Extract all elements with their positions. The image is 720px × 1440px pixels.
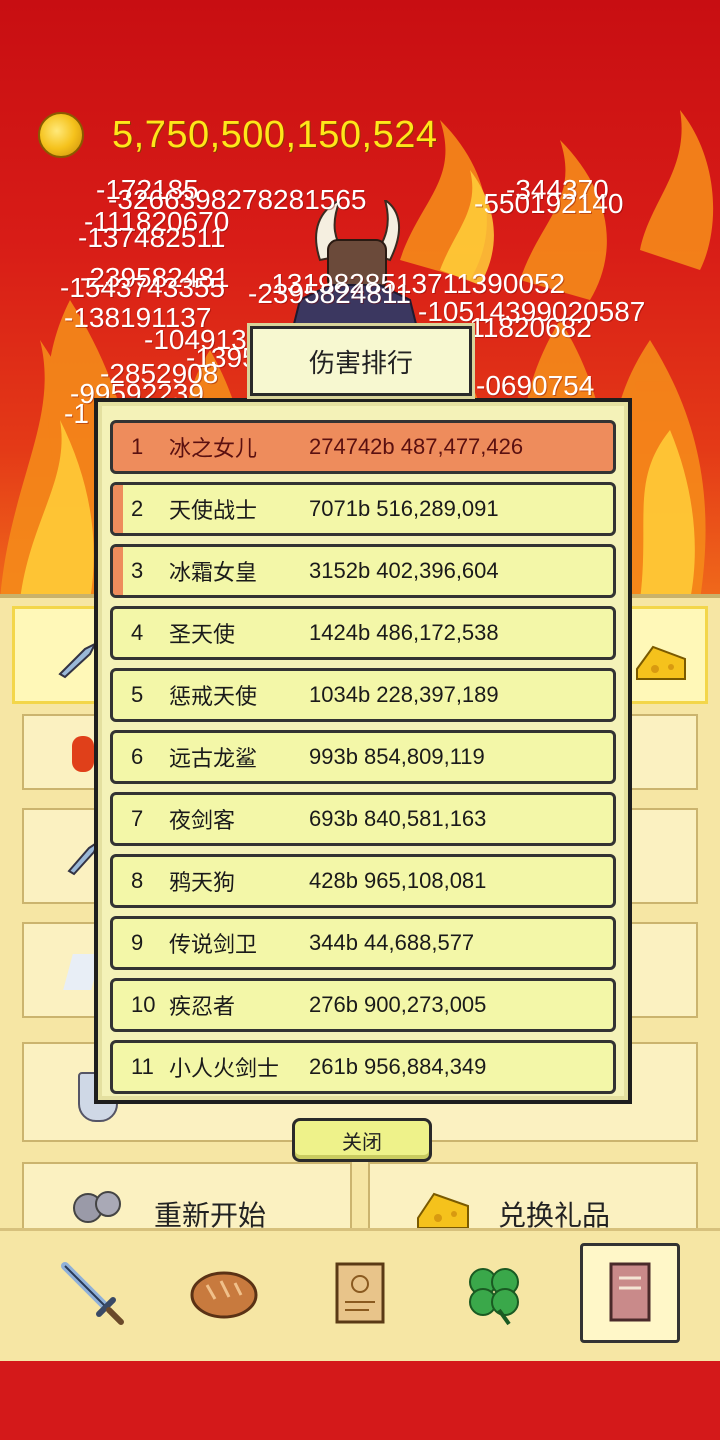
potion-icon	[72, 736, 94, 772]
damage-number: -550192140	[474, 188, 624, 219]
rank-number: 8	[131, 868, 144, 893]
rank-row: 6 远古龙鲨 993b 854,809,119	[110, 730, 616, 784]
clover-icon	[469, 1268, 519, 1326]
rank-row: 8 鸦天狗 428b 965,108,081	[110, 854, 616, 908]
close-button[interactable]: 关闭	[292, 1118, 432, 1162]
rank-row: 1 冰之女儿 274742b 487,477,426	[110, 420, 616, 474]
rank-row: 4 圣天使 1424b 486,172,538	[110, 606, 616, 660]
damage-value: 3152b 402,396,604	[309, 558, 499, 583]
rank-number: 9	[131, 930, 144, 955]
damage-value: 1424b 486,172,538	[309, 620, 499, 645]
nav-bread-button[interactable]	[174, 1243, 274, 1343]
nav-sword-button[interactable]	[42, 1243, 142, 1343]
rank-number: 3	[131, 558, 144, 583]
cheese-item-icon	[636, 645, 686, 680]
rank-number: 2	[131, 496, 144, 521]
damage-number: -2395824811	[248, 278, 411, 309]
cloud-swirl-icon	[73, 1191, 121, 1223]
rank-row: 5 惩戒天使 1034b 228,397,189	[110, 668, 616, 722]
damage-value: 7071b 516,289,091	[309, 496, 499, 521]
rank-row: 7 夜剑客 693b 840,581,163	[110, 792, 616, 846]
hero-name: 鸦天狗	[169, 871, 236, 896]
nav-scroll-button[interactable]	[310, 1243, 410, 1343]
damage-value: 274742b 487,477,426	[309, 434, 524, 459]
coin-amount: 5,750,500,150,524	[112, 113, 438, 156]
damage-number: -137482511	[78, 222, 226, 253]
damage-value: 261b 956,884,349	[309, 1054, 487, 1079]
hero-name: 传说剑卫	[169, 933, 258, 958]
rank-number: 10	[131, 992, 156, 1017]
ranking-title: 伤害排行	[247, 323, 475, 399]
sword-icon	[61, 1262, 124, 1325]
damage-ranking-dialog: 1 冰之女儿 274742b 487,477,426 2 天使战士 7071b …	[94, 398, 632, 1104]
cheese-icon	[417, 1192, 469, 1229]
rank-number: 1	[131, 434, 144, 459]
bottom-nav	[0, 1228, 720, 1361]
rank-row: 2 天使战士 7071b 516,289,091	[110, 482, 616, 536]
damage-value: 344b 44,688,577	[309, 930, 475, 955]
damage-value: 276b 900,273,005	[309, 992, 487, 1017]
hero-name: 夜剑客	[169, 809, 236, 834]
hero-name: 圣天使	[169, 623, 236, 648]
rank-row: 10 疾忍者 276b 900,273,005	[110, 978, 616, 1032]
damage-value: 1034b 228,397,189	[309, 682, 499, 707]
hero-name: 远古龙鲨	[169, 747, 258, 772]
nav-clover-button[interactable]	[444, 1243, 544, 1343]
hero-name: 冰之女儿	[169, 437, 258, 462]
hero-name: 小人火剑士	[169, 1057, 280, 1082]
rank-number: 7	[131, 806, 144, 831]
rank-number: 11	[131, 1054, 154, 1079]
damage-value: 993b 854,809,119	[309, 744, 485, 769]
rank-row: 11 小人火剑士 261b 956,884,349	[110, 1040, 616, 1094]
gold-coin-icon	[38, 112, 84, 158]
damage-value: 428b 965,108,081	[309, 868, 487, 893]
rank-number: 4	[131, 620, 144, 645]
rank-number: 6	[131, 744, 144, 769]
nav-book-button[interactable]	[580, 1243, 680, 1343]
damage-number: -1543743355	[60, 272, 226, 303]
damage-number: -11820682	[460, 312, 592, 343]
hero-name: 惩戒天使	[169, 685, 258, 710]
hero-name: 冰霜女皇	[169, 561, 258, 586]
hero-name: 疾忍者	[169, 995, 236, 1020]
book-icon	[609, 1262, 651, 1322]
damage-value: 693b 840,581,163	[309, 806, 487, 831]
bread-icon	[190, 1271, 258, 1319]
rank-row: 3 冰霜女皇 3152b 402,396,604	[110, 544, 616, 598]
damage-number: -1	[64, 398, 89, 429]
rank-number: 5	[131, 682, 144, 707]
coin-counter: 5,750,500,150,524	[38, 112, 437, 158]
scroll-icon	[335, 1262, 385, 1324]
rank-row: 9 传说剑卫 344b 44,688,577	[110, 916, 616, 970]
hero-name: 天使战士	[169, 499, 258, 524]
